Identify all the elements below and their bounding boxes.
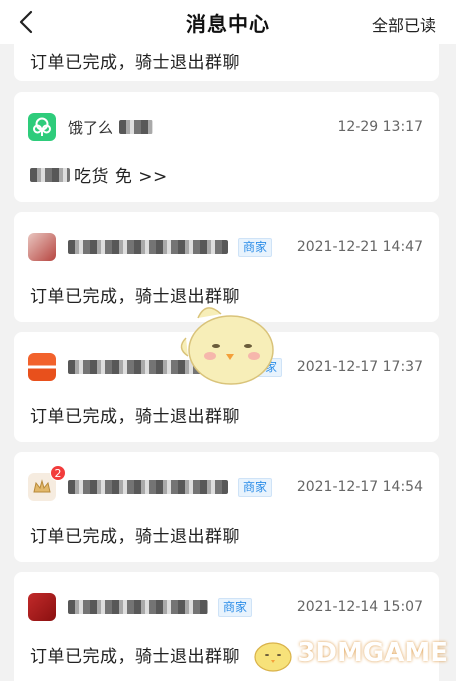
message-card[interactable]: 2 商家 2021-12-17 14:54 订单已完成，骑士退出群聊 — [14, 452, 439, 562]
watermark: 3DMGAME — [249, 633, 448, 673]
timestamp: 2021-12-14 15:07 — [296, 599, 423, 615]
nav-header: 消息中心 全部已读 — [0, 0, 456, 44]
timestamp: 2021-12-17 14:54 — [296, 479, 423, 495]
avatar: 2 — [28, 465, 66, 501]
sender-name — [68, 598, 208, 616]
blurred-text — [68, 480, 228, 494]
page-title: 消息中心 — [186, 11, 270, 36]
message-text: 订单已完成，骑士退出群聊 — [30, 407, 240, 427]
blurred-text — [68, 600, 208, 614]
message-text: 订单已完成，骑士退出群聊 — [30, 53, 240, 73]
unread-badge: 2 — [50, 465, 66, 481]
sender-name — [68, 238, 228, 256]
timestamp: 2021-12-17 17:37 — [296, 359, 423, 375]
avatar — [28, 113, 56, 141]
sender-name — [68, 478, 228, 496]
chevron-left-icon — [19, 10, 33, 34]
mark-all-read-button[interactable]: 全部已读 — [372, 12, 436, 36]
message-card[interactable]: 饿了么 12-29 13:17 吃货 免 >> — [14, 92, 439, 202]
merchant-tag: 商家 — [238, 237, 273, 257]
avatar — [28, 593, 56, 621]
eleme-logo-icon — [33, 117, 51, 136]
back-button[interactable] — [12, 8, 40, 36]
avatar — [28, 233, 56, 261]
timestamp: 2021-12-21 14:47 — [296, 239, 423, 255]
crown-icon — [33, 479, 51, 493]
blurred-text — [30, 167, 70, 182]
message-text: 订单已完成，骑士退出群聊 — [30, 527, 240, 547]
message-preview: 吃货 免 >> — [30, 162, 168, 187]
watermark-chick-icon — [254, 642, 292, 672]
avatar — [28, 353, 56, 381]
blurred-text — [119, 120, 154, 134]
sender-name: 饿了么 — [68, 118, 154, 137]
timestamp: 12-29 13:17 — [337, 119, 423, 135]
mascot-chick-icon — [180, 307, 274, 385]
watermark-text: 3DMGAME — [297, 638, 448, 668]
blurred-text — [68, 240, 228, 254]
message-text: 订单已完成，骑士退出群聊 — [30, 647, 240, 667]
merchant-tag: 商家 — [238, 477, 273, 497]
merchant-tag: 商家 — [218, 597, 253, 617]
